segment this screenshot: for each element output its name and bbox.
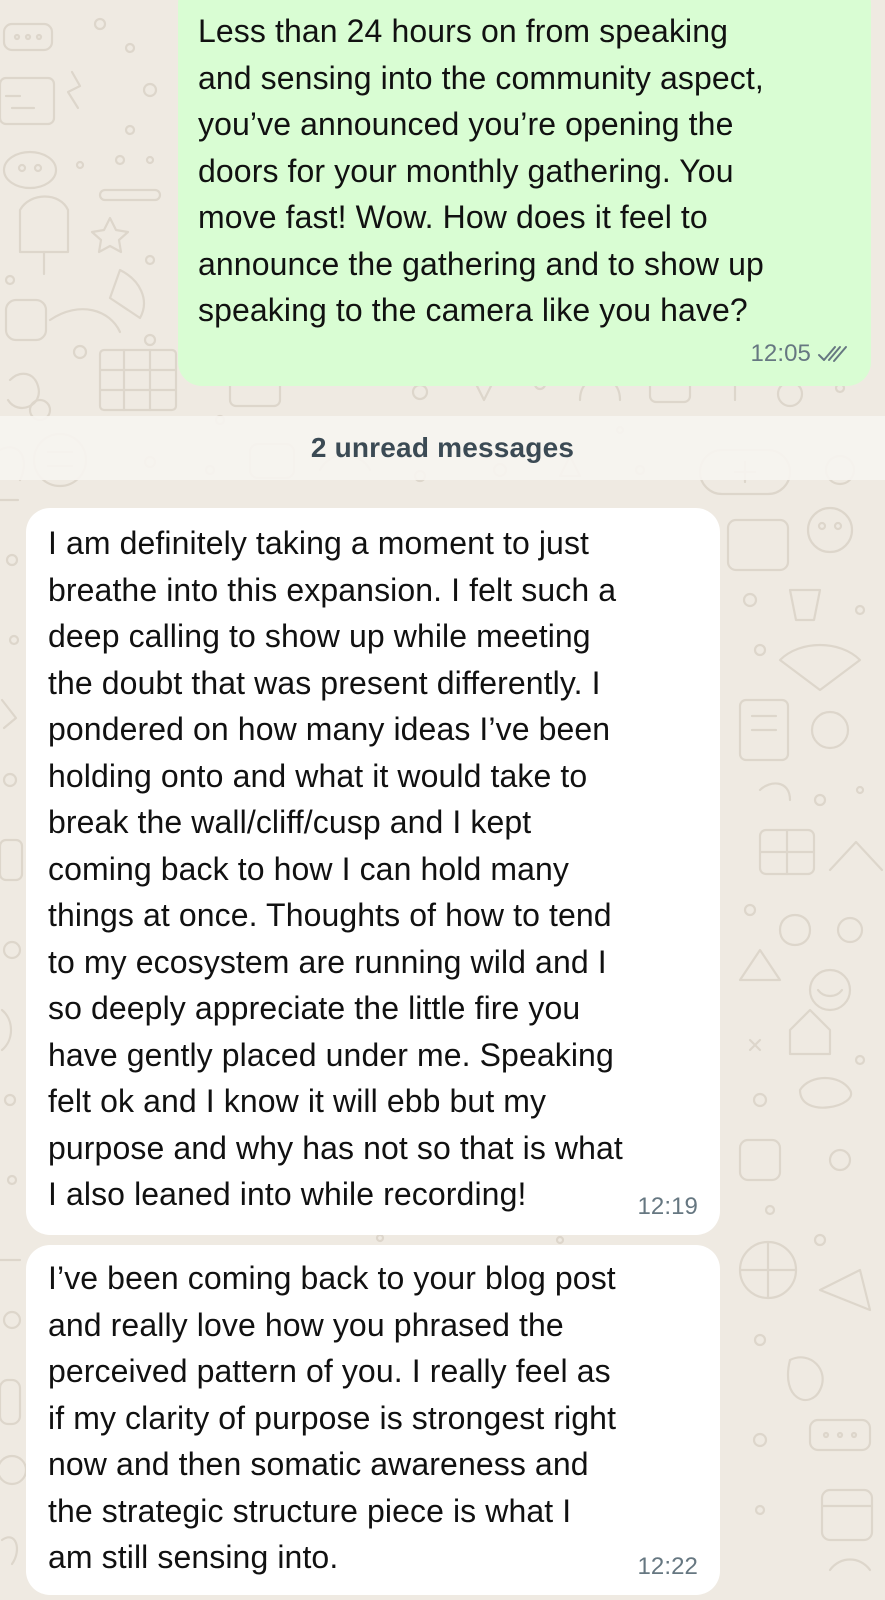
message-meta: 12:05 [750, 340, 849, 368]
message-time: 12:05 [750, 340, 811, 367]
double-check-icon [818, 346, 847, 362]
unread-messages-divider: 2 unread messages [0, 416, 885, 480]
unread-messages-label: 2 unread messages [310, 432, 575, 463]
message-text: Less than 24 hours on from speaking and … [198, 13, 764, 328]
outgoing-message[interactable]: Less than 24 hours on from speaking and … [178, 0, 871, 386]
message-meta: 12:22 [637, 1553, 698, 1581]
message-meta: 12:19 [637, 1193, 698, 1221]
incoming-message[interactable]: I’ve been coming back to your blog post … [26, 1245, 720, 1595]
incoming-message[interactable]: I am definitely taking a moment to just … [26, 508, 720, 1235]
message-text: I am definitely taking a moment to just … [48, 525, 623, 1212]
message-text: I’ve been coming back to your blog post … [48, 1260, 617, 1575]
message-time: 12:22 [637, 1553, 698, 1580]
message-time: 12:19 [637, 1193, 698, 1220]
